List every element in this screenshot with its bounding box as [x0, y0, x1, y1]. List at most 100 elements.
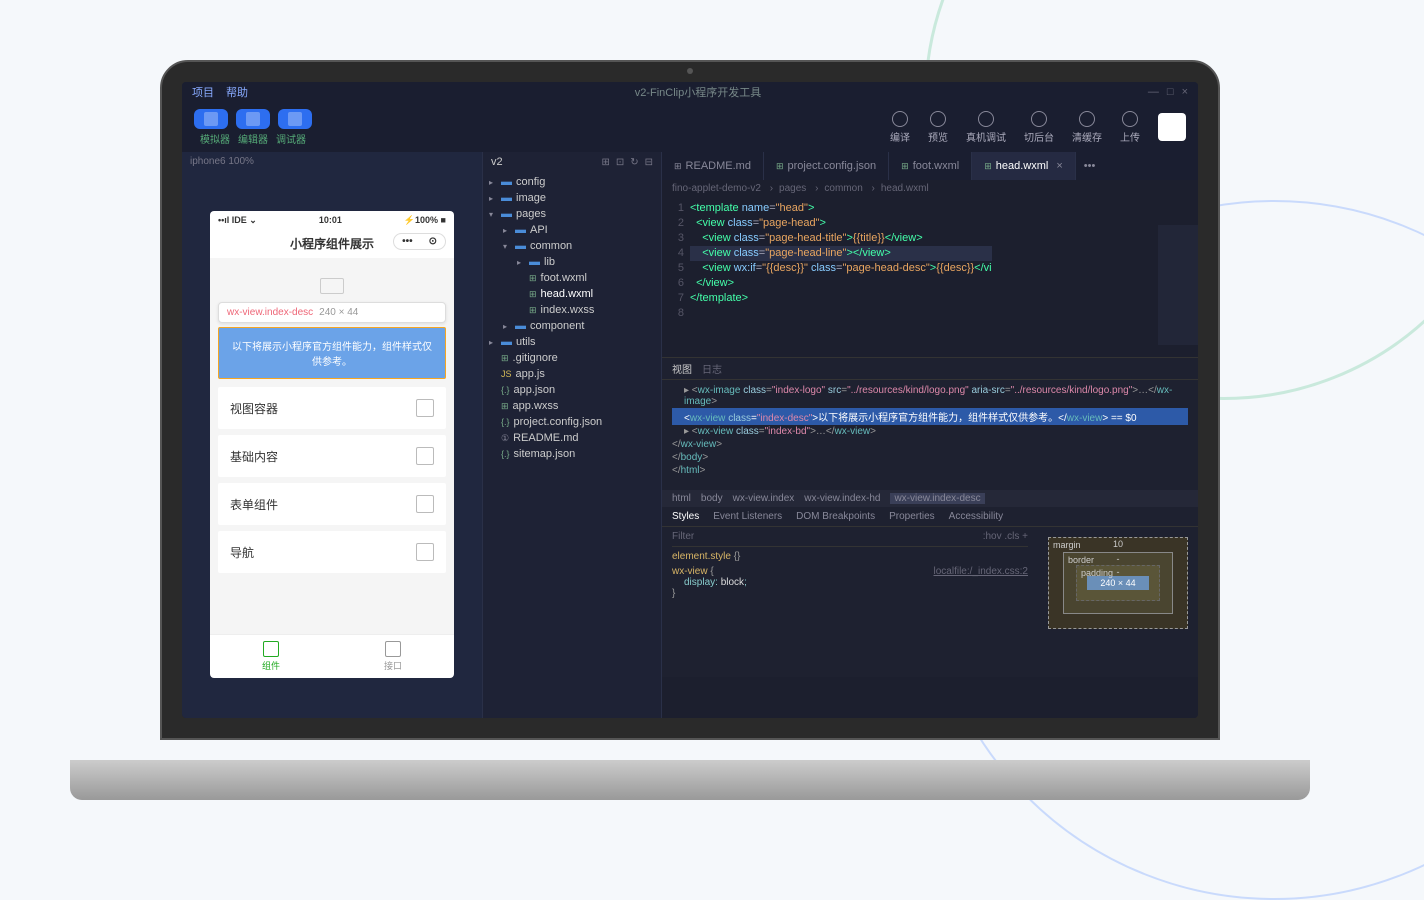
element-node[interactable]: <wx-view class="index-desc">以下将展示小程序官方组件… [672, 408, 1188, 425]
breadcrumb-item[interactable]: common [824, 183, 874, 194]
editor-tab[interactable]: ⊞project.config.json [764, 152, 889, 180]
styles-pane[interactable]: Filter :hov .cls + element.style {}</spa… [662, 527, 1038, 677]
device-info[interactable]: iphone6 100% [182, 152, 482, 171]
element-node[interactable]: </html> [672, 464, 1188, 477]
code-line[interactable]: </view> [690, 276, 992, 291]
file-tree-item[interactable]: ⊞foot.wxml [483, 270, 661, 286]
file-tree-item[interactable]: ⊞head.wxml [483, 286, 661, 302]
styles-tab[interactable]: Accessibility [949, 511, 1003, 522]
element-node[interactable]: ▸ <wx-view class="index-bd">…</wx-view> [672, 425, 1188, 438]
breadcrumb[interactable]: fino-applet-demo-v2 pages common head.wxml [662, 180, 1198, 197]
menu-help[interactable]: 帮助 [226, 84, 248, 100]
debugger-toggle[interactable] [278, 109, 312, 129]
code-line[interactable]: </template> [690, 291, 992, 306]
capsule-menu[interactable]: ••• ⊙ [393, 233, 446, 250]
styles-tab[interactable]: Properties [889, 511, 935, 522]
devtools-tab-view[interactable]: 视图 [672, 361, 692, 376]
file-tree-item[interactable]: ▸▬component [483, 318, 661, 334]
file-tree-item[interactable]: ⊞index.wxss [483, 302, 661, 318]
crumb-item[interactable]: wx-view.index [733, 493, 795, 504]
new-file-icon[interactable]: ⊞ [601, 157, 609, 168]
file-tree-item[interactable]: ▸▬lib [483, 254, 661, 270]
list-item[interactable]: 表单组件 [218, 483, 446, 525]
simulator-toggle[interactable] [194, 109, 228, 129]
collapse-icon[interactable]: ⊟ [645, 157, 653, 168]
toolbar-action-预览[interactable]: 预览 [928, 111, 948, 144]
breadcrumb-item[interactable]: pages [779, 183, 818, 194]
list-item[interactable]: 视图容器 [218, 387, 446, 429]
toolbar-action-清缓存[interactable]: 清缓存 [1072, 111, 1102, 144]
camera-icon [687, 68, 693, 74]
list-item[interactable]: 导航 [218, 531, 446, 573]
refresh-icon[interactable]: ↻ [630, 157, 638, 168]
styles-tab[interactable]: Styles [672, 511, 699, 522]
file-tree-item[interactable]: ▸▬utils [483, 334, 661, 350]
file-tree-item[interactable]: {.}app.json [483, 382, 661, 398]
file-tree-item[interactable]: ⊞app.wxss [483, 398, 661, 414]
toolbar-action-真机调试[interactable]: 真机调试 [966, 111, 1006, 144]
breadcrumb-item[interactable]: fino-applet-demo-v2 [672, 183, 773, 194]
editor-panel: ⊞README.md⊞project.config.json⊞foot.wxml… [662, 152, 1198, 718]
code-line[interactable]: <view class="page-head"> [690, 216, 992, 231]
editor-tab[interactable]: ⊞head.wxml× [972, 152, 1076, 180]
close-circle-icon[interactable]: ⊙ [421, 234, 445, 249]
menu-project[interactable]: 项目 [192, 84, 214, 100]
crumb-item[interactable]: html [672, 493, 691, 504]
file-icon: ⊞ [674, 161, 682, 172]
project-root[interactable]: v2 [491, 156, 503, 168]
css-rule[interactable]: element.style {} [672, 551, 1028, 562]
list-item[interactable]: 基础内容 [218, 435, 446, 477]
editor-toggle[interactable] [236, 109, 270, 129]
close-icon[interactable]: × [1056, 160, 1062, 172]
code-editor[interactable]: 12345678 <template name="head"> <view cl… [662, 197, 1198, 357]
more-icon[interactable]: ••• [394, 234, 421, 249]
crumb-item[interactable]: wx-view.index-desc [890, 493, 984, 504]
file-tree-item[interactable]: ▸▬image [483, 190, 661, 206]
file-tree-item[interactable]: ①README.md [483, 430, 661, 446]
crumb-item[interactable]: wx-view.index-hd [804, 493, 880, 504]
devtools-tab-log[interactable]: 日志 [702, 361, 722, 376]
toolbar-action-切后台[interactable]: 切后台 [1024, 111, 1054, 144]
avatar[interactable] [1158, 113, 1186, 141]
code-line[interactable]: <view class="page-head-title">{{title}}<… [690, 231, 992, 246]
highlighted-element[interactable]: 以下将展示小程序官方组件能力，组件样式仅供参考。 [218, 327, 446, 379]
styles-tab[interactable]: DOM Breakpoints [796, 511, 875, 522]
minimize-icon[interactable]: — [1148, 86, 1159, 98]
toolbar-action-编译[interactable]: 编译 [890, 111, 910, 144]
file-tree-item[interactable]: {.}sitemap.json [483, 446, 661, 462]
editor-tab[interactable]: ⊞foot.wxml [889, 152, 972, 180]
maximize-icon[interactable]: □ [1167, 86, 1174, 98]
file-tree-item[interactable]: ▸▬config [483, 174, 661, 190]
file-tree-item[interactable]: {.}project.config.json [483, 414, 661, 430]
editor-tab[interactable]: ⊞README.md [662, 152, 764, 180]
breadcrumb-item[interactable]: head.wxml [881, 183, 929, 194]
more-tabs-icon[interactable]: ••• [1076, 152, 1104, 180]
file-tree-item[interactable]: JSapp.js [483, 366, 661, 382]
new-folder-icon[interactable]: ⊡ [616, 157, 624, 168]
file-icon: JS [501, 369, 512, 379]
element-node[interactable]: ▸ <wx-image class="index-logo" src="../r… [672, 384, 1188, 408]
element-node[interactable]: </wx-view> [672, 438, 1188, 451]
filter-controls[interactable]: :hov .cls + [983, 531, 1028, 542]
file-tree-item[interactable]: ▾▬common [483, 238, 661, 254]
file-tree-item[interactable]: ⊞.gitignore [483, 350, 661, 366]
css-rule[interactable]: localfile:/_index.css:2wx-view {display:… [672, 566, 1028, 599]
code-line[interactable]: <template name="head"> [690, 201, 992, 216]
minimap[interactable] [1158, 225, 1198, 345]
filter-input[interactable]: Filter [672, 531, 694, 542]
file-tree-item[interactable]: ▸▬API [483, 222, 661, 238]
phone-icon [204, 112, 218, 126]
element-breadcrumb[interactable]: html body wx-view.index wx-view.index-hd wx-… [662, 490, 1198, 507]
code-line[interactable]: <view wx:if="{{desc}}" class="page-head-… [690, 261, 992, 276]
tabbar-item[interactable]: 接口 [332, 635, 454, 678]
close-icon[interactable]: × [1182, 86, 1188, 98]
styles-tab[interactable]: Event Listeners [713, 511, 782, 522]
elements-tree[interactable]: ▸ <wx-image class="index-logo" src="../r… [662, 380, 1198, 490]
tabbar-item[interactable]: 组件 [210, 635, 332, 678]
toolbar-action-上传[interactable]: 上传 [1120, 111, 1140, 144]
code-line[interactable]: <view class="page-head-line"></view> [690, 246, 992, 261]
element-node[interactable]: </body> [672, 451, 1188, 464]
crumb-item[interactable]: body [701, 493, 723, 504]
file-tree-item[interactable]: ▾▬pages [483, 206, 661, 222]
tooltip-selector: wx-view.index-desc [227, 307, 313, 318]
